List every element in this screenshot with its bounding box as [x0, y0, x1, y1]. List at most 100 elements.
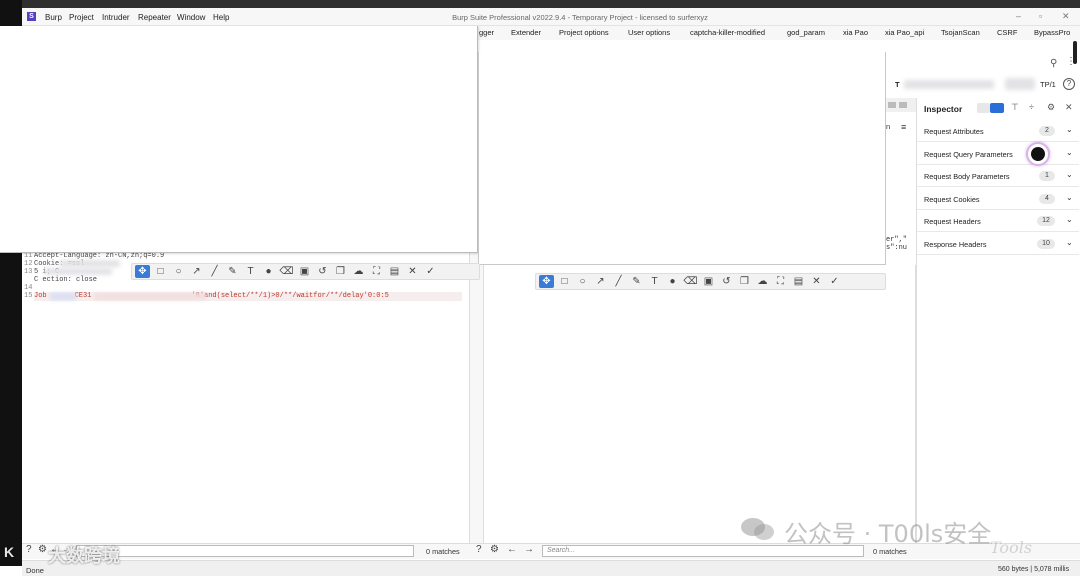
- copy-icon[interactable]: ❐: [333, 265, 348, 278]
- move-icon[interactable]: ✥: [135, 265, 150, 278]
- text-icon[interactable]: T: [647, 275, 662, 288]
- circle-icon[interactable]: ○: [575, 275, 590, 288]
- code-line-15: 15 Job CE31'8'and(select/**/1)>0/**/waitfo…: [24, 292, 389, 300]
- tab-project-options[interactable]: Project options: [559, 28, 609, 37]
- copy-icon[interactable]: ❐: [737, 275, 752, 288]
- eraser-icon[interactable]: ⌫: [279, 265, 294, 278]
- minimize-button[interactable]: –: [1016, 11, 1021, 21]
- save-icon[interactable]: ▤: [387, 265, 402, 278]
- response-editor-pane[interactable]: [484, 265, 916, 543]
- tab-user-options[interactable]: User options: [628, 28, 670, 37]
- layout-icon-2[interactable]: [899, 102, 907, 108]
- arrow-icon[interactable]: ↗: [593, 275, 608, 288]
- capture-overlay-center: [478, 52, 886, 265]
- tab-xia-pao-api[interactable]: xia Pao_api: [885, 28, 924, 37]
- redacted-target: [904, 80, 994, 89]
- expand-icon[interactable]: ⊤: [1011, 102, 1019, 113]
- upload-icon[interactable]: ☁: [351, 265, 366, 278]
- response-fragment-2: s":nu: [886, 244, 908, 252]
- hamburger-menu-icon[interactable]: ≡: [901, 122, 906, 132]
- eraser-icon[interactable]: ⌫: [683, 275, 698, 288]
- inspector-layout-icon[interactable]: [977, 103, 990, 113]
- mosaic-icon[interactable]: ▣: [297, 265, 312, 278]
- response-fragment-1: er",": [886, 236, 908, 244]
- gear-icon[interactable]: ⚙: [490, 544, 499, 555]
- match-count-left: 0 matches: [426, 547, 460, 556]
- undo-icon[interactable]: ↺: [315, 265, 330, 278]
- watermark-text: 公众号 · T00ls安全: [784, 520, 992, 548]
- close-button[interactable]: ✕: [1062, 11, 1070, 22]
- inspector-label: Response Headers: [924, 240, 987, 249]
- collapse-icon[interactable]: ÷: [1029, 102, 1034, 112]
- mosaic-icon[interactable]: ▣: [701, 275, 716, 288]
- chevron-down-icon[interactable]: ⌄: [1066, 125, 1073, 134]
- undo-icon[interactable]: ↺: [719, 275, 734, 288]
- circle-icon[interactable]: ○: [171, 265, 186, 278]
- tab-tsojanscan[interactable]: TsojanScan: [941, 28, 980, 37]
- more-options-icon[interactable]: ⋮: [1066, 56, 1076, 67]
- arrow-icon[interactable]: ↗: [189, 265, 204, 278]
- rectangle-icon[interactable]: □: [557, 275, 572, 288]
- number-icon[interactable]: ●: [665, 275, 680, 288]
- inspector-layout-selected-icon[interactable]: [990, 103, 1004, 113]
- pane-divider[interactable]: [470, 253, 484, 543]
- number-icon[interactable]: ●: [261, 265, 276, 278]
- forward-icon[interactable]: →: [524, 544, 534, 555]
- chevron-down-icon[interactable]: ⌄: [1066, 193, 1073, 202]
- line-icon[interactable]: ╱: [207, 265, 222, 278]
- chevron-down-icon[interactable]: ⌄: [1066, 215, 1073, 224]
- pen-icon[interactable]: ✎: [629, 275, 644, 288]
- tab-logger[interactable]: gger: [479, 28, 494, 37]
- menu-burp[interactable]: Burp: [45, 13, 62, 22]
- redacted-param-2: [94, 293, 206, 300]
- pen-icon[interactable]: ✎: [225, 265, 240, 278]
- code-line-connection: C ection: close: [34, 276, 98, 284]
- save-icon[interactable]: ▤: [791, 275, 806, 288]
- confirm-icon[interactable]: ✓: [423, 265, 438, 278]
- menu-repeater[interactable]: Repeater: [138, 13, 171, 22]
- cancel-icon[interactable]: ✕: [809, 275, 824, 288]
- upload-icon[interactable]: ☁: [755, 275, 770, 288]
- help-icon[interactable]: ?: [476, 544, 482, 555]
- text-icon[interactable]: T: [243, 265, 258, 278]
- rectangle-icon[interactable]: □: [153, 265, 168, 278]
- tab-csrf[interactable]: CSRF: [997, 28, 1017, 37]
- confirm-icon[interactable]: ✓: [827, 275, 842, 288]
- line-icon[interactable]: ╱: [611, 275, 626, 288]
- chevron-down-icon[interactable]: ⌄: [1066, 170, 1073, 179]
- ocr-icon[interactable]: ⛶: [773, 275, 788, 288]
- tab-extender[interactable]: Extender: [511, 28, 541, 37]
- search-icon[interactable]: ⚲: [1050, 58, 1057, 69]
- tab-captcha-killer[interactable]: captcha-killer-modified: [690, 28, 765, 37]
- inspector-label: Request Attributes: [924, 127, 984, 136]
- tab-god-param[interactable]: god_param: [787, 28, 825, 37]
- menu-help[interactable]: Help: [213, 13, 229, 22]
- menu-intruder[interactable]: Intruder: [102, 13, 130, 22]
- annotation-toolbar-left: ✥ □ ○ ↗ ╱ ✎ T ● ⌫ ▣ ↺ ❐ ☁ ⛶ ▤ ✕ ✓: [131, 263, 480, 280]
- help-icon[interactable]: ?: [1063, 78, 1075, 90]
- cancel-icon[interactable]: ✕: [405, 265, 420, 278]
- menu-project[interactable]: Project: [69, 13, 94, 22]
- gear-icon[interactable]: ⚙: [38, 544, 47, 555]
- capture-overlay-left: [0, 26, 478, 253]
- close-icon[interactable]: ✕: [1065, 102, 1073, 113]
- code-line-11: 11 Accept-Language: zh-CN,zh;q=0.9: [24, 252, 165, 260]
- ocr-icon[interactable]: ⛶: [369, 265, 384, 278]
- floating-assistant-icon[interactable]: [1026, 142, 1050, 166]
- status-bar: [22, 560, 1080, 576]
- count-badge: 12: [1037, 216, 1055, 226]
- maximize-button[interactable]: ▫: [1039, 11, 1042, 21]
- search-input-left[interactable]: [76, 545, 414, 557]
- inspector-label: Request Body Parameters: [924, 172, 1010, 181]
- menu-window[interactable]: Window: [177, 13, 205, 22]
- back-icon[interactable]: ←: [507, 544, 517, 555]
- layout-icon[interactable]: [888, 102, 896, 108]
- help-icon[interactable]: ?: [26, 544, 32, 555]
- move-icon[interactable]: ✥: [539, 275, 554, 288]
- tab-xia-pao[interactable]: xia Pao: [843, 28, 868, 37]
- count-badge: 10: [1037, 239, 1055, 249]
- gear-icon[interactable]: ⚙: [1047, 102, 1055, 113]
- tab-bypasspro[interactable]: BypassPro: [1034, 28, 1070, 37]
- chevron-down-icon[interactable]: ⌄: [1066, 148, 1073, 157]
- chevron-down-icon[interactable]: ⌄: [1066, 238, 1073, 247]
